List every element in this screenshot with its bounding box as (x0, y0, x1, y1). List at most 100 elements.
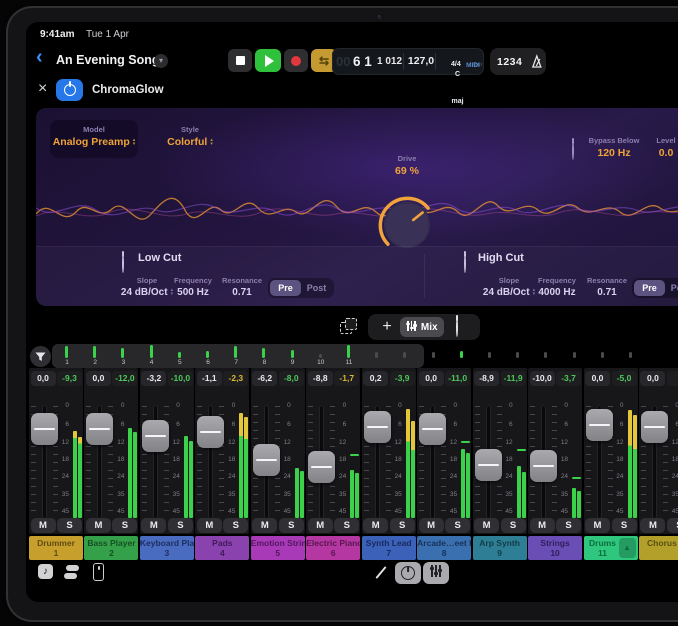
plugin-power-button[interactable] (56, 79, 83, 101)
fader-handle[interactable] (586, 409, 613, 441)
mute-button[interactable]: M (308, 518, 333, 533)
mute-button[interactable]: M (640, 518, 665, 533)
metronome-icon[interactable] (528, 54, 546, 70)
fader-db-value[interactable]: -3,2 (141, 371, 166, 386)
solo-button[interactable]: S (57, 518, 82, 533)
track-label[interactable]: Drummer 1 ▴ (29, 536, 83, 560)
model-selector[interactable]: Model Analog Preamp▴▾ (50, 120, 138, 158)
track-label[interactable]: Bass Player 2 ▴ (84, 536, 138, 560)
level-control[interactable]: Level 0.0 (636, 136, 678, 159)
fader-db-value[interactable]: -10,0 (530, 371, 555, 386)
solo-button[interactable]: S (390, 518, 415, 533)
mute-button[interactable]: M (252, 518, 277, 533)
highcut-power-icon[interactable] (464, 254, 466, 273)
post-button[interactable]: Post (665, 280, 678, 296)
pre-button[interactable]: Pre (270, 280, 301, 296)
fader-db-value[interactable]: 0,0 (86, 371, 111, 386)
bypass-power-icon[interactable] (572, 141, 574, 160)
track-label[interactable]: Electric Piano 6 ▴ (306, 536, 360, 560)
mix-button[interactable]: Mix (400, 317, 444, 337)
track-label[interactable]: Chorus V ▴ (639, 536, 678, 560)
fader-handle[interactable] (31, 413, 58, 445)
track-label[interactable]: Strings 10 ▴ (528, 536, 582, 560)
tracks-stack-icon[interactable] (64, 565, 80, 579)
record-button[interactable] (284, 49, 308, 72)
meter-scale: 061218243545 (278, 368, 292, 528)
solo-button[interactable]: S (667, 518, 678, 533)
back-chevron-icon[interactable]: ‹ (36, 47, 43, 67)
track-label[interactable]: Emotion Strings 5 ▴ (251, 536, 305, 560)
mute-button[interactable]: M (419, 518, 444, 533)
track-label[interactable]: Drums 11 ▴ (584, 536, 638, 560)
track-label[interactable]: Synth Lead 7 ▴ (362, 536, 416, 560)
stepper-icon: ▴▾ (210, 138, 213, 147)
fader-db-value[interactable]: 0,0 (640, 371, 665, 386)
solo-button[interactable]: S (334, 518, 359, 533)
lowcut-power-icon[interactable] (122, 254, 124, 273)
pencil-icon[interactable] (375, 566, 386, 579)
chevron-up-icon[interactable]: ▴ (619, 538, 636, 558)
play-button[interactable] (255, 49, 281, 72)
stop-button[interactable] (228, 49, 252, 72)
style-selector[interactable]: Style Colorful▴▾ (148, 120, 232, 148)
close-icon[interactable]: × (38, 81, 47, 97)
fader-handle[interactable] (142, 420, 169, 452)
controls-button[interactable] (395, 562, 421, 584)
song-title[interactable]: An Evening Song (56, 53, 159, 67)
solo-button[interactable]: S (223, 518, 248, 533)
lowcut-resonance[interactable]: Resonance 0.71 (212, 276, 272, 298)
fader-handle[interactable] (530, 450, 557, 482)
fader-handle[interactable] (86, 413, 113, 445)
clock-date: Tue 1 Apr (86, 29, 129, 40)
fader-db-value[interactable]: 0,0 (585, 371, 610, 386)
count-in-button[interactable]: 1234 (497, 56, 522, 68)
mute-button[interactable]: M (585, 518, 610, 533)
fader-handle[interactable] (641, 411, 668, 443)
chevron-down-icon[interactable]: ▾ (154, 54, 168, 68)
solo-button[interactable]: S (612, 518, 637, 533)
solo-button[interactable]: S (112, 518, 137, 533)
lcd-display[interactable]: 00 6 1 1 012 127,0 4/4C maj In Out MIDI (332, 48, 484, 75)
add-button[interactable]: + (376, 316, 398, 338)
fader-db-value[interactable]: -1,1 (197, 371, 222, 386)
mute-button[interactable]: M (530, 518, 555, 533)
fader-handle[interactable] (197, 416, 224, 448)
fader-handle[interactable] (308, 451, 335, 483)
play-surface-icon[interactable] (93, 563, 104, 581)
mute-button[interactable]: M (86, 518, 111, 533)
track-label[interactable]: Arp Synth 9 ▴ (473, 536, 527, 560)
mute-button[interactable]: M (197, 518, 222, 533)
mute-button[interactable]: M (474, 518, 499, 533)
pre-button[interactable]: Pre (634, 280, 665, 296)
browser-icon[interactable]: ♪ (38, 564, 53, 579)
paste-icon[interactable] (340, 318, 360, 336)
post-button[interactable]: Post (301, 280, 332, 296)
fader-db-value[interactable]: 0,0 (31, 371, 56, 386)
fader-handle[interactable] (419, 413, 446, 445)
fader-handle[interactable] (475, 449, 502, 481)
solo-button[interactable]: S (279, 518, 304, 533)
fader-db-value[interactable]: -8,8 (308, 371, 333, 386)
solo-button[interactable]: S (445, 518, 470, 533)
track-label[interactable]: Pads 4 ▴ (195, 536, 249, 560)
fader-handle[interactable] (364, 411, 391, 443)
track-label[interactable]: Keyboard Player 3 ▴ (140, 536, 194, 560)
solo-button[interactable]: S (501, 518, 526, 533)
filter-button[interactable] (30, 346, 51, 367)
fader-db-value[interactable]: -8,9 (474, 371, 499, 386)
fader-db-value[interactable]: 0,0 (419, 371, 444, 386)
mixer-view-button[interactable] (423, 562, 449, 584)
fader-db-value[interactable]: 0,2 (363, 371, 388, 386)
mute-button[interactable]: M (363, 518, 388, 533)
track-label[interactable]: Arcade…eet Pad 8 ▴ (417, 536, 471, 560)
solo-button[interactable]: S (556, 518, 581, 533)
mute-button[interactable]: M (31, 518, 56, 533)
count-in-metronome-group: 1234 (490, 48, 546, 75)
mixer-power-button[interactable] (456, 318, 458, 337)
fader-handle[interactable] (253, 444, 280, 476)
highcut-resonance[interactable]: Resonance 0.71 (577, 276, 637, 298)
mute-button[interactable]: M (141, 518, 166, 533)
fader-db-value[interactable]: -6,2 (252, 371, 277, 386)
solo-button[interactable]: S (168, 518, 193, 533)
lcd-ghost-digits: 00 (336, 48, 350, 75)
